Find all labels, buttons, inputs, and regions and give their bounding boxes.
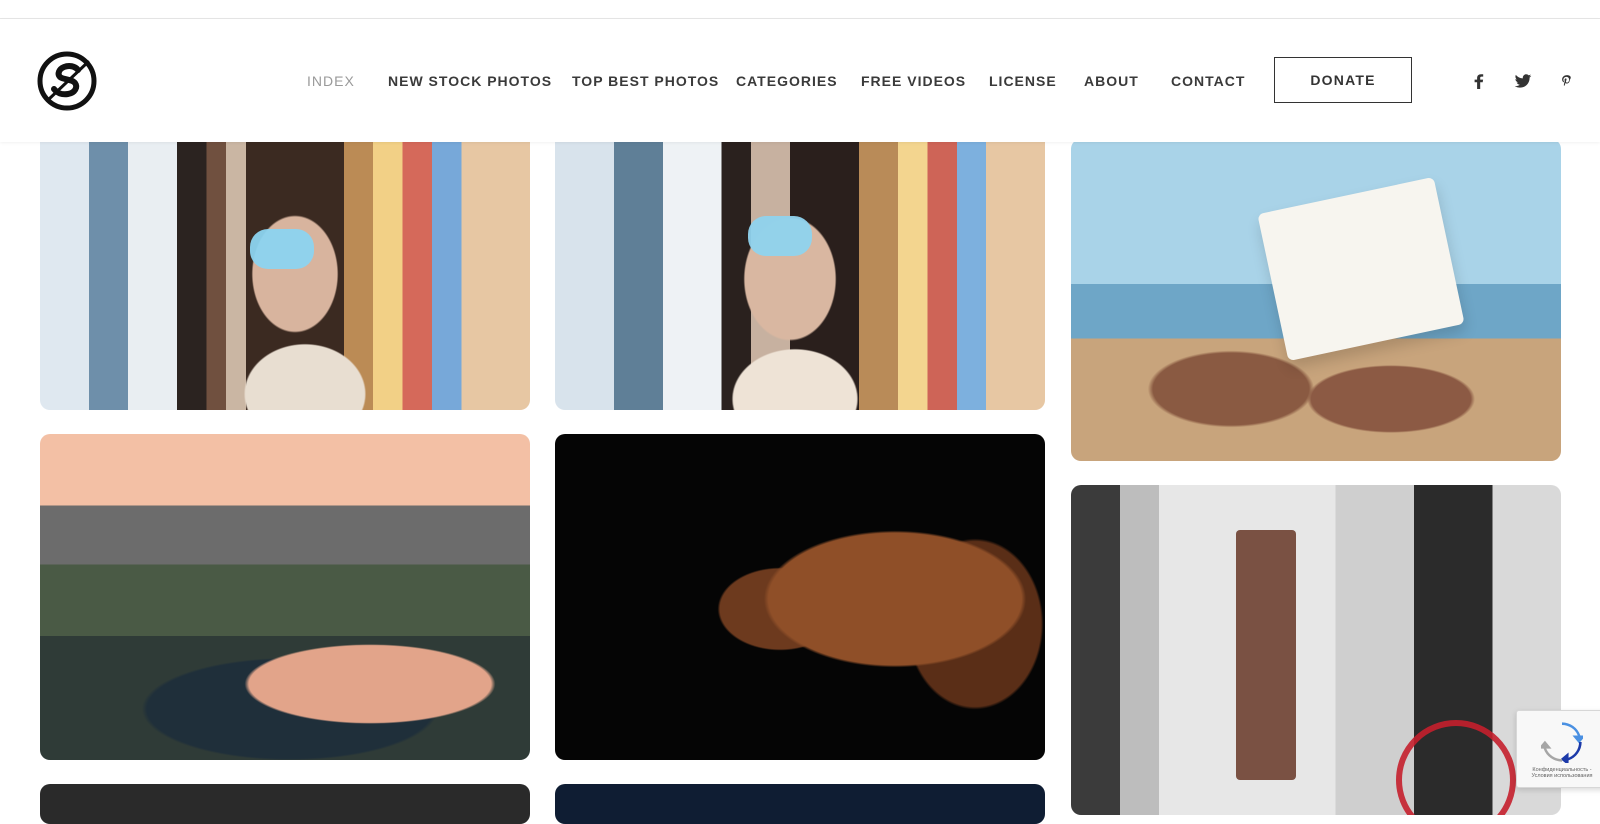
- nav-index[interactable]: INDEX: [307, 73, 355, 89]
- photo-tile[interactable]: [1071, 139, 1561, 461]
- clock-tower: [1236, 530, 1296, 780]
- photo-tile[interactable]: [40, 434, 530, 760]
- nav-top-best-photos[interactable]: TOP BEST PHOTOS: [572, 73, 719, 89]
- main-nav: INDEX NEW STOCK PHOTOS TOP BEST PHOTOS C…: [0, 19, 1600, 142]
- twitter-link[interactable]: [1512, 70, 1534, 92]
- recaptcha-privacy-terms[interactable]: Конфиденциальность - Условия использован…: [1523, 767, 1600, 779]
- pinterest-icon: [1562, 75, 1571, 86]
- photo-tile[interactable]: [555, 784, 1045, 824]
- photo-tile[interactable]: [555, 434, 1045, 760]
- photo-tile[interactable]: [40, 124, 530, 410]
- face-mask: [250, 229, 314, 269]
- nav-contact[interactable]: CONTACT: [1171, 73, 1245, 89]
- recaptcha-icon: [1541, 722, 1583, 763]
- site-header: INDEX NEW STOCK PHOTOS TOP BEST PHOTOS C…: [0, 19, 1600, 142]
- facebook-link[interactable]: [1468, 70, 1490, 92]
- bicycle-wheel: [1396, 720, 1516, 815]
- book: [1257, 176, 1465, 362]
- nav-about[interactable]: ABOUT: [1084, 73, 1139, 89]
- facebook-icon: [1474, 74, 1484, 89]
- nav-license[interactable]: LICENSE: [989, 73, 1057, 89]
- nav-free-videos[interactable]: FREE VIDEOS: [861, 73, 966, 89]
- photo-tile[interactable]: [1071, 485, 1561, 815]
- recaptcha-badge[interactable]: Конфиденциальность - Условия использован…: [1516, 710, 1600, 788]
- photo-tile[interactable]: [40, 784, 530, 824]
- face-mask: [748, 216, 812, 256]
- nav-categories[interactable]: CATEGORIES: [736, 73, 838, 89]
- nav-new-stock-photos[interactable]: NEW STOCK PHOTOS: [388, 73, 552, 89]
- top-strip: [0, 0, 1600, 19]
- photo-tile[interactable]: [555, 124, 1045, 410]
- donate-button[interactable]: DONATE: [1274, 57, 1412, 103]
- twitter-icon: [1514, 74, 1532, 88]
- pinterest-link[interactable]: [1556, 70, 1578, 92]
